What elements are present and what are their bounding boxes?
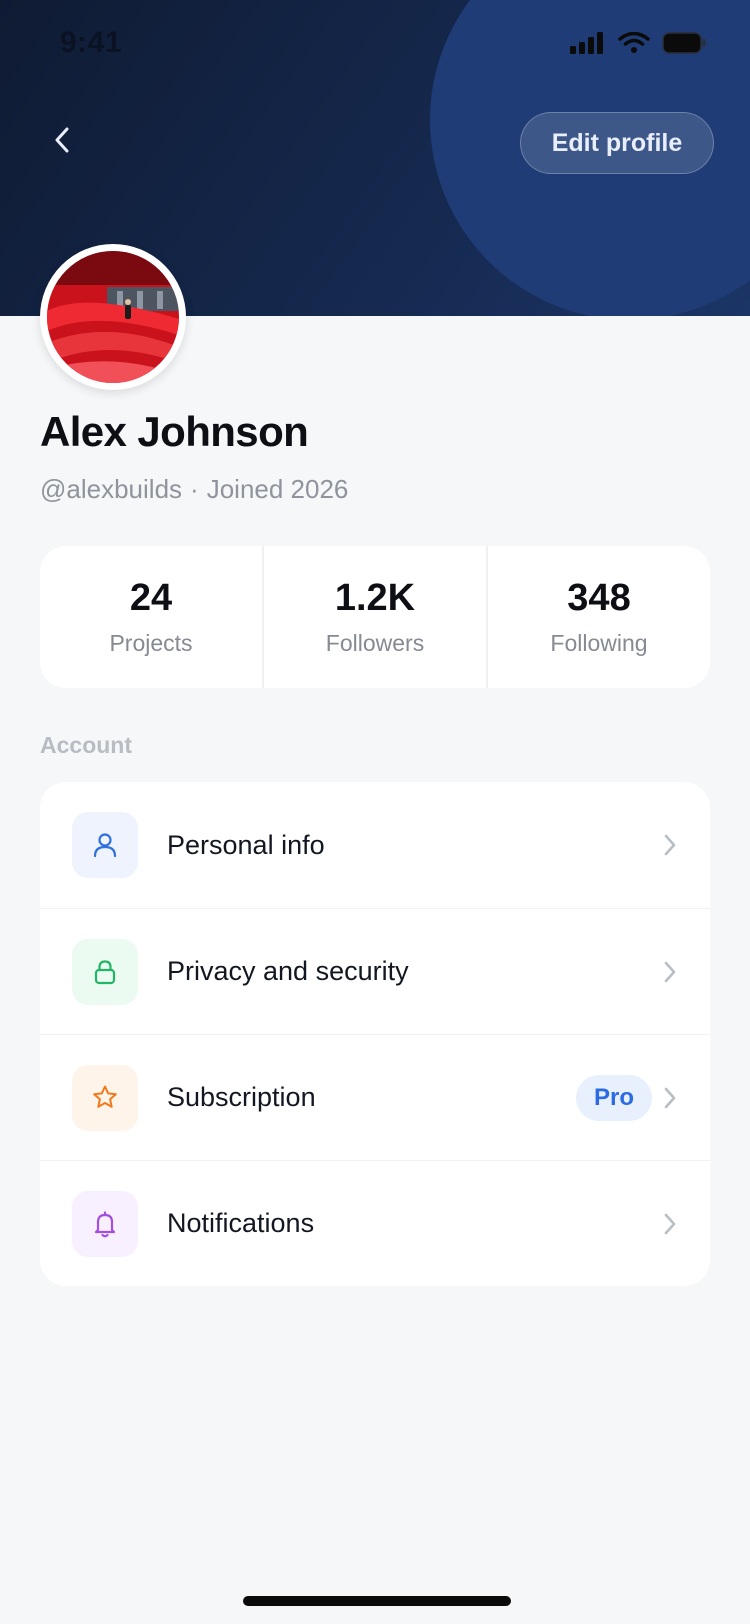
chevron-right-icon: [664, 961, 676, 982]
status-icons: [570, 32, 706, 54]
stat-value: 1.2K: [334, 577, 416, 619]
menu-item-privacy-security[interactable]: Privacy and security: [40, 908, 710, 1034]
chevron-left-icon: [55, 127, 69, 153]
status-time: 9:41: [60, 26, 123, 59]
cellular-signal-icon: [570, 32, 603, 54]
menu-item-label: Subscription: [167, 1082, 316, 1112]
menu-item-notifications[interactable]: Notifications: [40, 1160, 710, 1286]
battery-icon: [662, 32, 706, 54]
stat-followers[interactable]: 1.2K Followers: [262, 546, 486, 688]
stat-value: 24: [129, 577, 173, 619]
stat-projects[interactable]: 24 Projects: [40, 546, 262, 688]
bell-icon: [72, 1190, 138, 1257]
menu-item-label: Privacy and security: [167, 956, 409, 986]
account-section-title: Account: [40, 732, 132, 758]
menu-item-subscription[interactable]: Subscription Pro: [40, 1034, 710, 1160]
chevron-right-icon: [664, 1087, 676, 1108]
stat-label: Followers: [325, 630, 425, 656]
back-button[interactable]: [40, 112, 84, 168]
person-icon: [72, 812, 138, 878]
profile-name: Alex Johnson: [40, 408, 309, 455]
menu-item-label: Notifications: [167, 1208, 315, 1238]
edit-profile-button[interactable]: Edit profile: [520, 112, 714, 174]
stat-label: Projects: [109, 630, 193, 656]
menu-item-personal-info[interactable]: Personal info: [40, 782, 710, 908]
menu-item-label: Personal info: [167, 829, 325, 860]
meta-separator: ·: [190, 474, 199, 504]
chevron-right-icon: [664, 1213, 676, 1234]
status-bar: 9:41: [0, 0, 750, 92]
stat-label: Following: [550, 630, 648, 656]
home-indicator[interactable]: [243, 1596, 511, 1606]
profile-joined: Joined 2026: [206, 474, 349, 504]
wifi-icon: [618, 32, 650, 53]
chevron-right-icon: [664, 834, 676, 856]
pro-badge: Pro: [575, 1074, 652, 1121]
stats-card: 24 Projects 1.2K Followers 348 Following: [40, 546, 710, 688]
avatar-image: [47, 251, 179, 383]
profile-meta: @alexbuilds · Joined 2026: [40, 474, 348, 505]
lock-icon: [72, 938, 138, 1005]
star-icon: [72, 1064, 138, 1131]
avatar[interactable]: [40, 244, 186, 390]
account-menu: Personal info Privacy and security Subsc…: [40, 782, 710, 1286]
stat-value: 348: [567, 577, 631, 619]
profile-handle: @alexbuilds: [40, 474, 183, 504]
stat-following[interactable]: 348 Following: [486, 546, 710, 688]
